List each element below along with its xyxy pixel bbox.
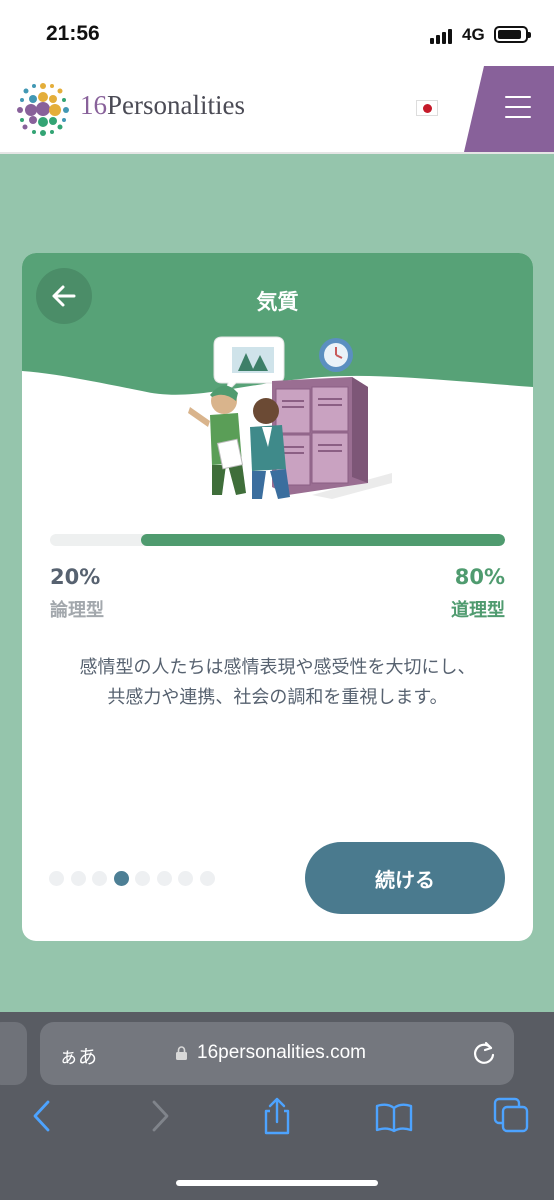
- logo-name: Personalities: [107, 90, 245, 120]
- status-time: 21:56: [46, 22, 100, 45]
- description-line-2: 共感力や連携、社会の調和を重視します。: [107, 687, 448, 708]
- site-header: 16Personalities: [0, 66, 554, 154]
- step-dot: [113, 871, 129, 886]
- logo-wordmark[interactable]: 16Personalities: [80, 90, 245, 121]
- reload-icon[interactable]: [470, 1039, 498, 1067]
- step-dot: [135, 871, 150, 886]
- address-bar[interactable]: ぁあ 16personalities.com: [40, 1022, 514, 1085]
- battery-icon: [494, 26, 531, 43]
- text-size-button[interactable]: ぁあ: [59, 1042, 97, 1069]
- description: 感情型の人たちは感情表現や感受性を大切にし、 共感力や連携、社会の調和を重視しま…: [42, 653, 513, 713]
- step-dot: [178, 871, 193, 886]
- battery-level: [498, 30, 522, 39]
- step-dot: [156, 871, 172, 886]
- japan-flag-icon[interactable]: [416, 100, 438, 116]
- right-label: 道理型: [451, 600, 505, 621]
- logo-icon[interactable]: [14, 80, 72, 138]
- test-question-card: 気質 20% 論理型 80% 道理型 感情型の人たちは感情表現や感受性を大切にし…: [22, 253, 533, 941]
- left-percent: 20%: [50, 565, 101, 589]
- hamburger-menu-icon[interactable]: [505, 96, 531, 118]
- progress-fill: [141, 534, 505, 546]
- previous-tab-peek[interactable]: [0, 1022, 27, 1085]
- bookmarks-icon[interactable]: [374, 1096, 414, 1136]
- status-bar: 21:56 4G: [0, 0, 554, 66]
- office-lockers-illustration: [188, 336, 392, 499]
- forward-icon[interactable]: [140, 1096, 180, 1136]
- tabs-icon[interactable]: [492, 1096, 532, 1136]
- cellular-signal-icon: [430, 28, 456, 44]
- step-dot: [92, 871, 107, 886]
- left-label: 論理型: [50, 600, 104, 621]
- share-icon[interactable]: [257, 1096, 297, 1136]
- browser-bar: ぁあ 16personalities.com: [0, 1012, 554, 1200]
- card-title: 気質: [256, 290, 299, 314]
- browser-toolbar: [0, 1096, 554, 1166]
- continue-button[interactable]: 続ける: [305, 842, 505, 914]
- step-dot: [49, 871, 64, 886]
- step-dot: [70, 871, 86, 886]
- lock-icon: [176, 1046, 187, 1060]
- logo-number: 16: [80, 90, 107, 120]
- temperament-progress-bar: [50, 534, 505, 546]
- url-text: 16personalities.com: [197, 1042, 366, 1063]
- description-line-1: 感情型の人たちは感情表現や感受性を大切にし、: [79, 657, 476, 678]
- right-percent: 80%: [454, 565, 505, 589]
- network-type: 4G: [462, 25, 485, 44]
- home-indicator: [176, 1180, 378, 1186]
- back-icon[interactable]: [22, 1096, 62, 1136]
- step-dot: [199, 871, 215, 886]
